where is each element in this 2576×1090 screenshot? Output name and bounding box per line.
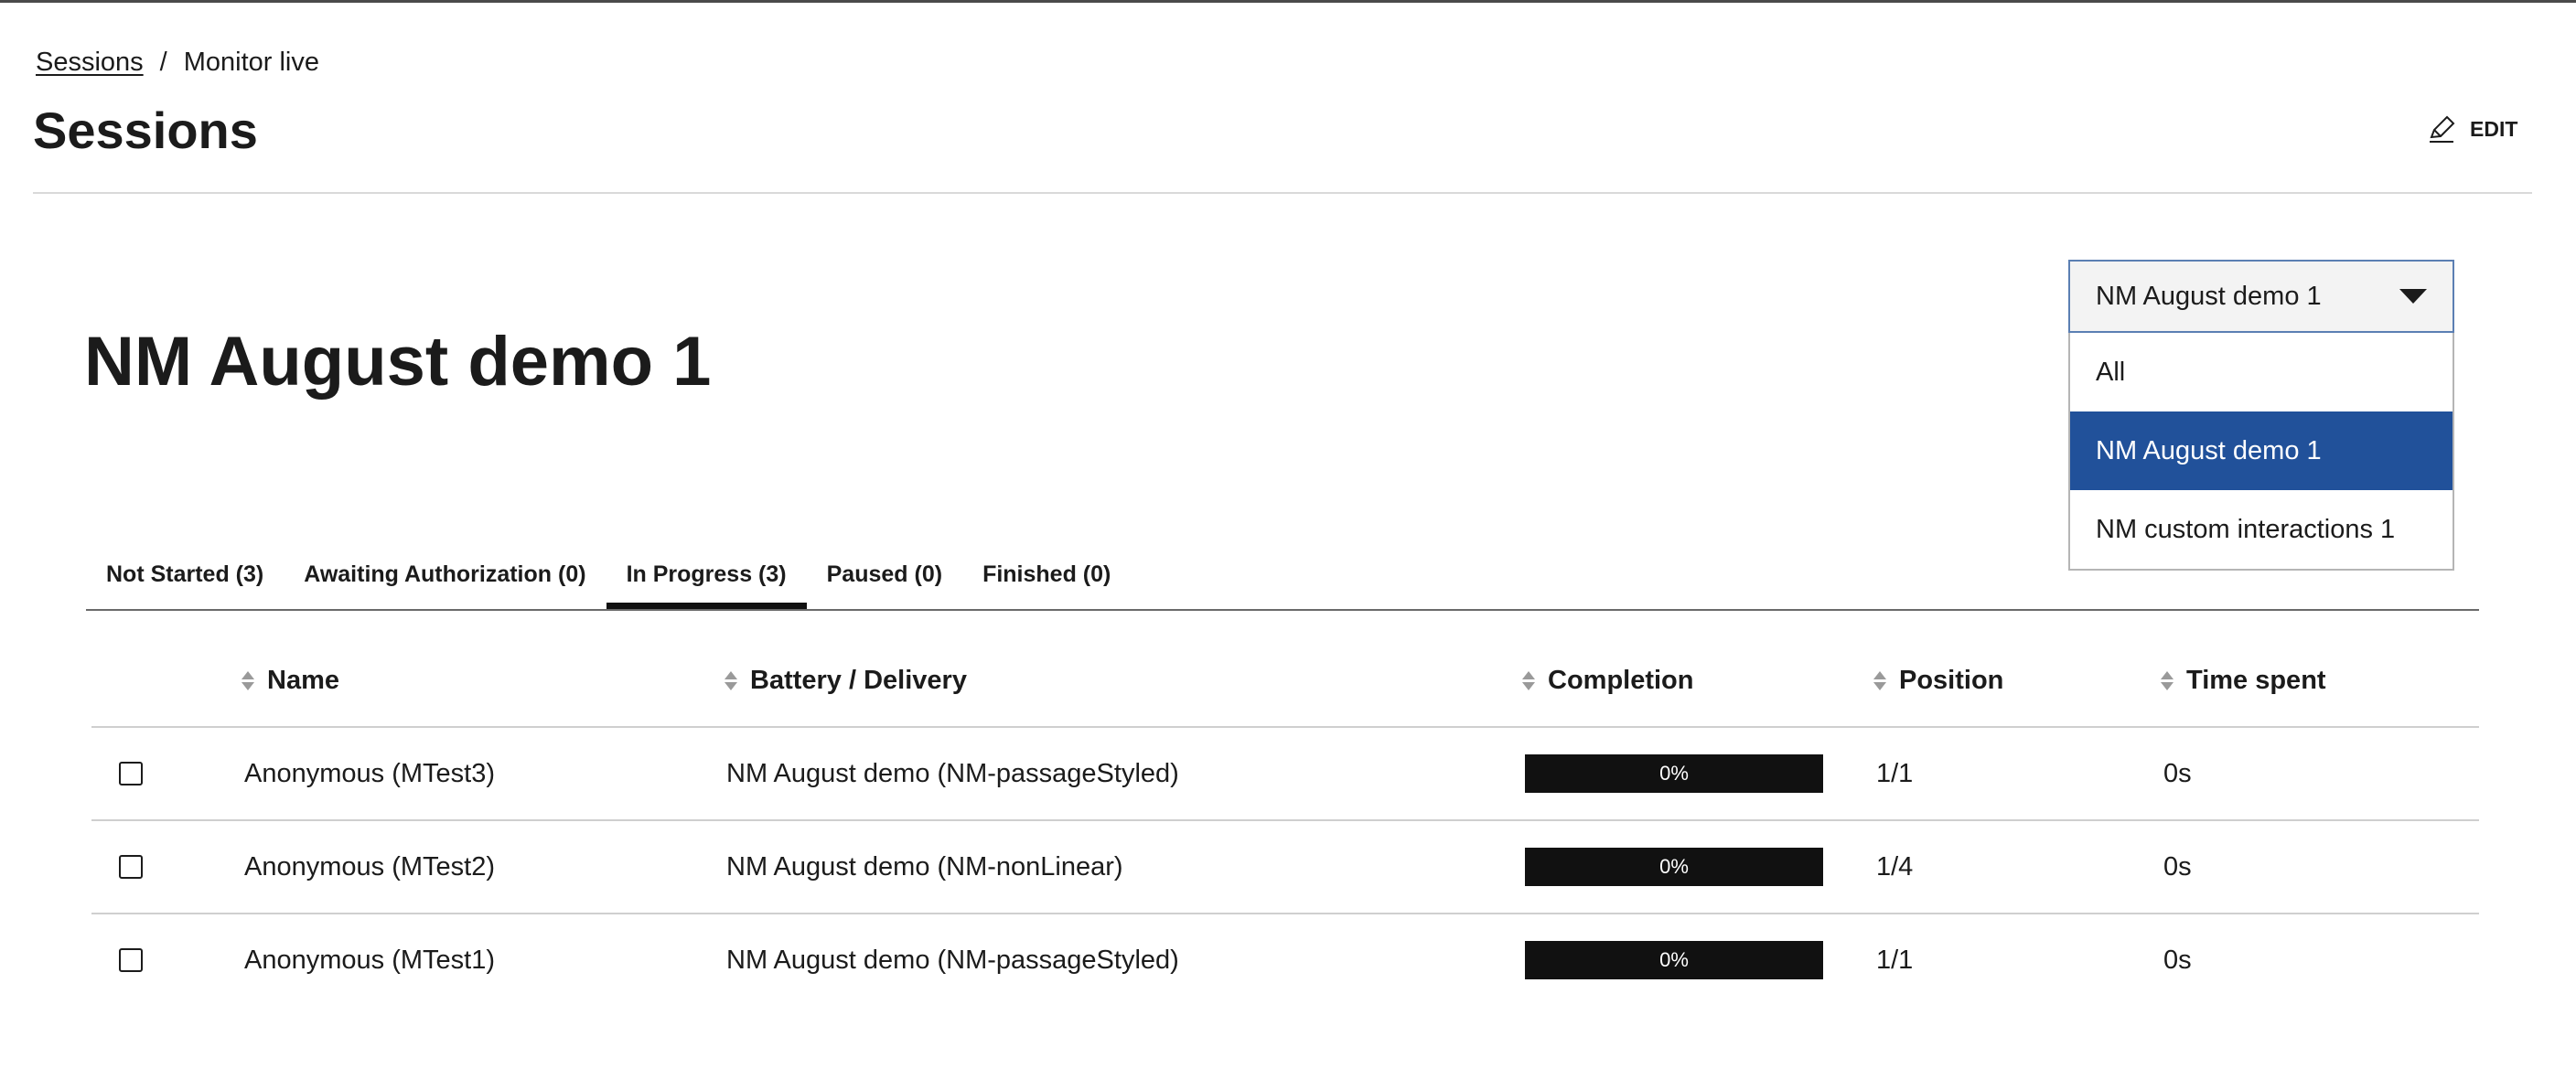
completion-progress-bar: 0% — [1525, 754, 1823, 793]
column-header-time-spent[interactable]: Time spent — [2161, 666, 2326, 696]
column-header-completion[interactable]: Completion — [1522, 666, 1694, 696]
progress-label: 0% — [1659, 855, 1689, 878]
column-header-name[interactable]: Name — [242, 666, 339, 696]
dropdown-option-nm-custom-interactions-1[interactable]: NM custom interactions 1 — [2070, 490, 2453, 569]
column-header-label: Completion — [1548, 666, 1694, 695]
sort-icon — [242, 671, 254, 690]
top-border — [0, 0, 2576, 3]
cell-delivery: NM August demo (NM-nonLinear) — [726, 851, 1123, 882]
cell-time-spent: 0s — [2163, 945, 2192, 975]
pencil-icon — [2430, 115, 2455, 143]
cell-time-spent: 0s — [2163, 758, 2192, 788]
delivery-dropdown-list: All NM August demo 1 NM custom interacti… — [2068, 333, 2454, 571]
delivery-select-value: NM August demo 1 — [2096, 281, 2322, 311]
column-header-delivery[interactable]: Battery / Delivery — [724, 666, 967, 696]
delivery-title: NM August demo 1 — [84, 323, 712, 401]
sort-icon — [2161, 671, 2174, 690]
table-row: Anonymous (MTest2) NM August demo (NM-no… — [91, 821, 2479, 914]
tab-paused[interactable]: Paused (0) — [807, 549, 962, 609]
progress-label: 0% — [1659, 948, 1689, 971]
caret-down-icon — [2399, 289, 2427, 304]
breadcrumb-sessions-link[interactable]: Sessions — [36, 48, 144, 78]
tab-finished[interactable]: Finished (0) — [962, 549, 1131, 609]
table-row: Anonymous (MTest3) NM August demo (NM-pa… — [91, 728, 2479, 821]
cell-name: Anonymous (MTest3) — [244, 758, 495, 788]
column-header-position[interactable]: Position — [1873, 666, 2003, 696]
cell-position: 1/1 — [1876, 758, 1914, 788]
row-checkbox[interactable] — [119, 948, 143, 972]
column-header-label: Position — [1899, 666, 2004, 695]
dropdown-option-all[interactable]: All — [2070, 333, 2453, 411]
progress-label: 0% — [1659, 762, 1689, 785]
cell-position: 1/4 — [1876, 851, 1914, 882]
status-tabs: Not Started (3) Awaiting Authorization (… — [86, 549, 1131, 609]
table-row: Anonymous (MTest1) NM August demo (NM-pa… — [91, 914, 2479, 1008]
sort-icon — [1873, 671, 1886, 690]
column-header-label: Time spent — [2186, 666, 2326, 695]
header-divider — [33, 192, 2532, 194]
cell-time-spent: 0s — [2163, 851, 2192, 882]
breadcrumb-separator: / — [159, 48, 167, 77]
cell-name: Anonymous (MTest1) — [244, 945, 495, 975]
edit-button[interactable]: EDIT — [2426, 113, 2517, 144]
tab-in-progress[interactable]: In Progress (3) — [606, 549, 807, 609]
page-title: Sessions — [33, 102, 258, 159]
table-header-row: Name Battery / Delivery Completion Posit… — [91, 646, 2479, 728]
cell-name: Anonymous (MTest2) — [244, 851, 495, 882]
cell-delivery: NM August demo (NM-passageStyled) — [726, 758, 1179, 788]
column-header-label: Name — [267, 666, 339, 695]
dropdown-option-nm-august-demo-1[interactable]: NM August demo 1 — [2070, 411, 2453, 490]
completion-progress-bar: 0% — [1525, 848, 1823, 886]
delivery-select[interactable]: NM August demo 1 — [2068, 260, 2454, 333]
edit-button-label: EDIT — [2470, 116, 2518, 141]
sort-icon — [1522, 671, 1535, 690]
sessions-table: Name Battery / Delivery Completion Posit… — [91, 646, 2479, 1008]
sort-icon — [724, 671, 737, 690]
tabs-divider — [86, 609, 2479, 611]
tab-not-started[interactable]: Not Started (3) — [86, 549, 284, 609]
completion-progress-bar: 0% — [1525, 941, 1823, 979]
cell-position: 1/1 — [1876, 945, 1914, 975]
breadcrumb: Sessions / Monitor live — [36, 48, 319, 78]
tab-awaiting-authorization[interactable]: Awaiting Authorization (0) — [284, 549, 606, 609]
breadcrumb-current: Monitor live — [183, 48, 320, 77]
row-checkbox[interactable] — [119, 855, 143, 879]
column-header-label: Battery / Delivery — [750, 666, 967, 695]
cell-delivery: NM August demo (NM-passageStyled) — [726, 945, 1179, 975]
row-checkbox[interactable] — [119, 762, 143, 785]
